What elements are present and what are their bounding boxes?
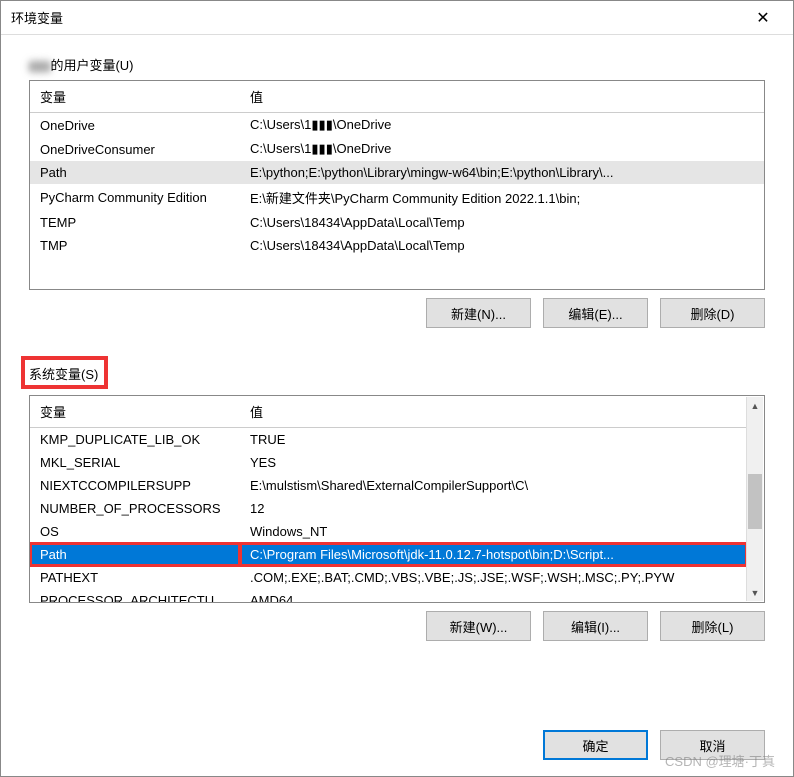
system-vars-label: 系统变量(S)	[29, 367, 98, 382]
system-vars-table-box[interactable]: 变量 值 KMP_DUPLICATE_LIB_OKTRUEMKL_SERIALY…	[29, 395, 765, 603]
cell-variable: OS	[30, 520, 240, 543]
cancel-button[interactable]: 取消	[660, 730, 765, 760]
cell-variable: PyCharm Community Edition	[30, 184, 240, 211]
cell-variable: OneDrive	[30, 113, 240, 138]
cell-value: C:\Users\18434\AppData\Local\Temp	[240, 211, 764, 234]
system-vars-buttons: 新建(W)... 编辑(I)... 删除(L)	[29, 611, 765, 641]
dialog-footer: 确定 取消	[29, 730, 765, 766]
cell-variable: Path	[30, 161, 240, 184]
table-header-row: 变量 值	[30, 396, 747, 428]
cell-variable: Path	[30, 543, 240, 566]
env-var-dialog: 环境变量 ✕ ▮▮▮的用户变量(U) 变量 值 OneDriveC:\Users…	[0, 0, 794, 777]
titlebar: 环境变量 ✕	[1, 1, 793, 35]
cell-variable: PATHEXT	[30, 566, 240, 589]
user-vars-buttons: 新建(N)... 编辑(E)... 删除(D)	[29, 298, 765, 328]
cell-variable: NUMBER_OF_PROCESSORS	[30, 497, 240, 520]
table-row[interactable]: PROCESSOR_ARCHITECTUREAMD64	[30, 589, 747, 603]
table-row[interactable]: NUMBER_OF_PROCESSORS12	[30, 497, 747, 520]
window-title: 环境变量	[11, 8, 743, 27]
cell-value: Windows_NT	[240, 520, 747, 543]
user-vars-table-box[interactable]: 变量 值 OneDriveC:\Users\1▮▮▮\OneDriveOneDr…	[29, 80, 765, 290]
cell-value: E:\新建文件夹\PyCharm Community Edition 2022.…	[240, 184, 764, 211]
scroll-thumb[interactable]	[748, 474, 762, 529]
cell-variable: TMP	[30, 234, 240, 257]
table-row[interactable]: OneDriveConsumerC:\Users\1▮▮▮\OneDrive	[30, 137, 764, 161]
scroll-up-icon[interactable]: ▲	[747, 397, 763, 414]
cell-variable: TEMP	[30, 211, 240, 234]
table-row[interactable]: PyCharm Community EditionE:\新建文件夹\PyChar…	[30, 184, 764, 211]
cell-value: TRUE	[240, 428, 747, 452]
user-vars-label: ▮▮▮的用户变量(U)	[29, 55, 765, 74]
col-header-value[interactable]: 值	[240, 396, 747, 428]
cell-variable: KMP_DUPLICATE_LIB_OK	[30, 428, 240, 452]
user-name-blur: ▮▮▮	[29, 58, 50, 73]
table-row[interactable]: TMPC:\Users\18434\AppData\Local\Temp	[30, 234, 764, 257]
cell-value: C:\Users\18434\AppData\Local\Temp	[240, 234, 764, 257]
cell-value: .COM;.EXE;.BAT;.CMD;.VBS;.VBE;.JS;.JSE;.…	[240, 566, 747, 589]
cell-value: C:\Program Files\Microsoft\jdk-11.0.12.7…	[240, 543, 747, 566]
cell-value: C:\Users\1▮▮▮\OneDrive	[240, 113, 764, 138]
table-row[interactable]: OSWindows_NT	[30, 520, 747, 543]
scroll-down-icon[interactable]: ▼	[747, 584, 763, 601]
system-delete-button[interactable]: 删除(L)	[660, 611, 765, 641]
cell-variable: NIEXTCCOMPILERSUPP	[30, 474, 240, 497]
col-header-variable[interactable]: 变量	[30, 81, 240, 113]
system-vars-label-wrap: 系统变量(S)	[29, 356, 765, 389]
cell-variable: MKL_SERIAL	[30, 451, 240, 474]
cell-value: C:\Users\1▮▮▮\OneDrive	[240, 137, 764, 161]
ok-button[interactable]: 确定	[543, 730, 648, 760]
cell-value: E:\python;E:\python\Library\mingw-w64\bi…	[240, 161, 764, 184]
cell-variable: PROCESSOR_ARCHITECTURE	[30, 589, 240, 603]
cell-value: YES	[240, 451, 747, 474]
cell-variable: OneDriveConsumer	[30, 137, 240, 161]
col-header-value[interactable]: 值	[240, 81, 764, 113]
table-row[interactable]: PATHEXT.COM;.EXE;.BAT;.CMD;.VBS;.VBE;.JS…	[30, 566, 747, 589]
system-vars-table: 变量 值 KMP_DUPLICATE_LIB_OKTRUEMKL_SERIALY…	[30, 396, 747, 603]
close-icon: ✕	[756, 8, 769, 28]
table-row[interactable]: NIEXTCCOMPILERSUPPE:\mulstism\Shared\Ext…	[30, 474, 747, 497]
user-vars-table: 变量 值 OneDriveC:\Users\1▮▮▮\OneDriveOneDr…	[30, 81, 764, 257]
cell-value: 12	[240, 497, 747, 520]
table-row[interactable]: OneDriveC:\Users\1▮▮▮\OneDrive	[30, 113, 764, 138]
user-new-button[interactable]: 新建(N)...	[426, 298, 531, 328]
table-row[interactable]: MKL_SERIALYES	[30, 451, 747, 474]
user-vars-label-text: 的用户变量(U)	[50, 58, 133, 73]
close-button[interactable]: ✕	[743, 3, 783, 33]
user-edit-button[interactable]: 编辑(E)...	[543, 298, 648, 328]
system-new-button[interactable]: 新建(W)...	[426, 611, 531, 641]
cell-value: E:\mulstism\Shared\ExternalCompilerSuppo…	[240, 474, 747, 497]
cell-value: AMD64	[240, 589, 747, 603]
col-header-variable[interactable]: 变量	[30, 396, 240, 428]
system-scrollbar[interactable]: ▲ ▼	[746, 397, 763, 601]
scroll-track[interactable]	[747, 414, 763, 584]
table-row[interactable]: PathE:\python;E:\python\Library\mingw-w6…	[30, 161, 764, 184]
table-header-row: 变量 值	[30, 81, 764, 113]
table-row[interactable]: KMP_DUPLICATE_LIB_OKTRUE	[30, 428, 747, 452]
content-area: ▮▮▮的用户变量(U) 变量 值 OneDriveC:\Users\1▮▮▮\O…	[1, 35, 793, 776]
system-vars-label-highlight: 系统变量(S)	[21, 356, 108, 389]
user-delete-button[interactable]: 删除(D)	[660, 298, 765, 328]
table-row[interactable]: PathC:\Program Files\Microsoft\jdk-11.0.…	[30, 543, 747, 566]
table-row[interactable]: TEMPC:\Users\18434\AppData\Local\Temp	[30, 211, 764, 234]
system-edit-button[interactable]: 编辑(I)...	[543, 611, 648, 641]
